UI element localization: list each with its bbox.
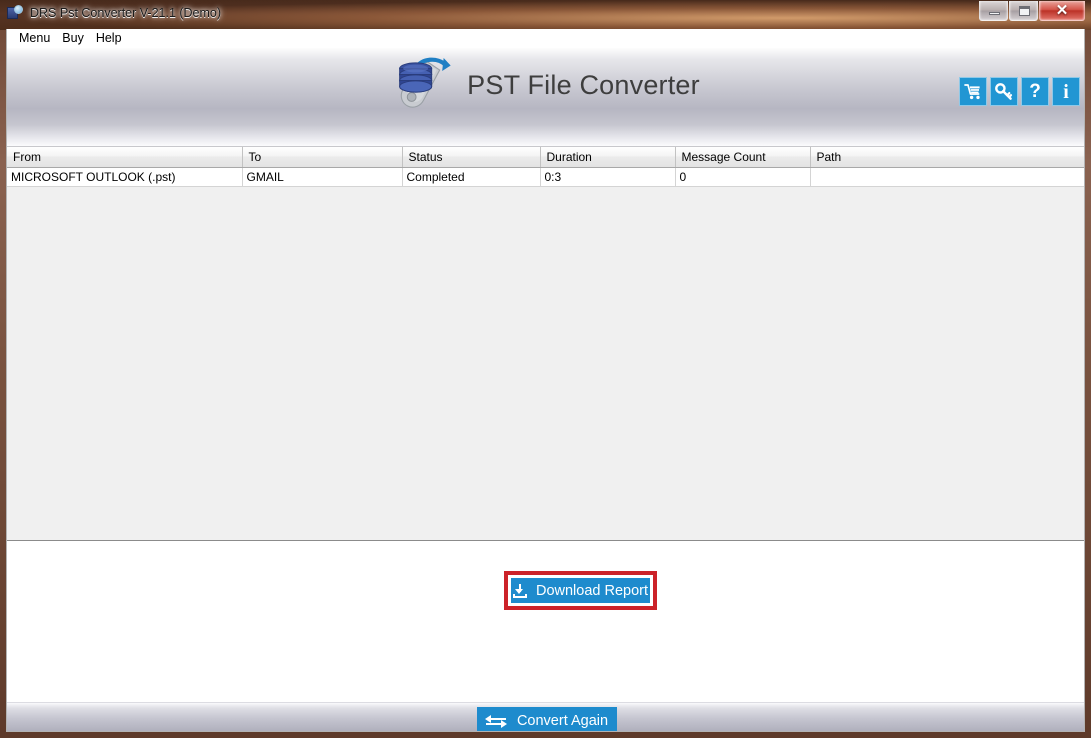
column-header-path[interactable]: Path (810, 147, 1084, 168)
window-controls: ✕ (978, 1, 1085, 23)
key-icon[interactable] (990, 77, 1018, 106)
column-header-from[interactable]: From (7, 147, 243, 168)
brand: PST File Converter (393, 56, 700, 114)
maximize-button[interactable] (1009, 1, 1038, 21)
table-row[interactable]: MICROSOFT OUTLOOK (.pst) GMAIL Completed… (7, 167, 1084, 187)
title-bar: DRS Pst Converter V-21.1 (Demo) (0, 0, 1091, 26)
close-icon: ✕ (1055, 2, 1069, 19)
question-glyph: ? (1029, 81, 1041, 102)
app-database-icon (7, 5, 23, 21)
convert-again-label: Convert Again (516, 712, 609, 729)
info-icon[interactable]: i (1052, 77, 1080, 106)
column-header-to[interactable]: To (242, 147, 403, 168)
question-icon[interactable]: ? (1021, 77, 1049, 106)
download-report-label: Download Report (535, 582, 649, 599)
column-header-duration[interactable]: Duration (540, 147, 676, 168)
download-arrow-icon (512, 583, 527, 598)
cell-duration: 0:3 (540, 167, 676, 187)
client-area: Menu Buy Help PST File Converter ? i Fro… (6, 29, 1085, 732)
swap-arrows-icon (484, 714, 507, 728)
download-report-button[interactable]: Download Report (511, 578, 650, 603)
conversion-list[interactable]: From To Status Duration Message Count Pa… (7, 147, 1084, 541)
menu-bar: Menu Buy Help (7, 29, 1084, 48)
conversion-table: From To Status Duration Message Count Pa… (7, 147, 1084, 187)
info-glyph: i (1063, 80, 1069, 103)
header-toolbar: ? i (956, 77, 1080, 106)
menu-item-help[interactable]: Help (90, 30, 128, 47)
close-button[interactable]: ✕ (1039, 1, 1085, 21)
column-header-status[interactable]: Status (402, 147, 541, 168)
table-header-row: From To Status Duration Message Count Pa… (7, 147, 1084, 168)
menu-item-buy[interactable]: Buy (56, 30, 90, 47)
column-header-message-count[interactable]: Message Count (675, 147, 811, 168)
header-band: PST File Converter ? i (7, 48, 1084, 147)
cell-to: GMAIL (242, 167, 403, 187)
page-title: PST File Converter (467, 69, 700, 100)
cell-path (810, 167, 1084, 187)
convert-again-button[interactable]: Convert Again (476, 707, 617, 731)
cart-icon[interactable] (959, 77, 987, 106)
cell-status: Completed (402, 167, 541, 187)
footer-bar: Convert Again (7, 702, 1084, 731)
database-wrench-logo (393, 56, 455, 114)
action-area: Download Report (7, 541, 1084, 702)
menu-item-menu[interactable]: Menu (13, 30, 56, 47)
cell-message-count: 0 (675, 167, 811, 187)
minimize-button[interactable] (979, 1, 1008, 21)
application-window: DRS Pst Converter V-21.1 (Demo) ✕ Menu B… (0, 0, 1091, 738)
cell-from: MICROSOFT OUTLOOK (.pst) (7, 167, 243, 187)
window-title: DRS Pst Converter V-21.1 (Demo) (30, 6, 222, 20)
